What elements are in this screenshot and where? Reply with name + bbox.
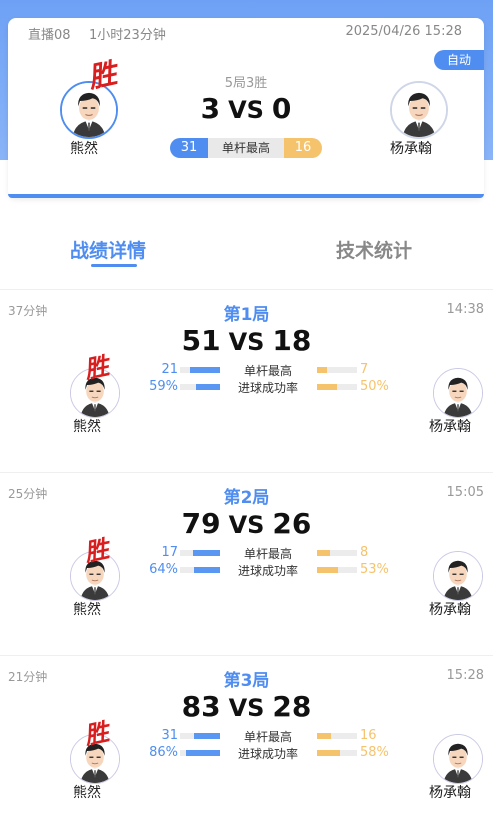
stat-left-value: 86% — [149, 745, 178, 760]
stat-left-value: 59% — [149, 379, 178, 394]
frame-score: 51 VS 18 — [0, 324, 493, 357]
player-right-name: 杨承翰 — [429, 785, 471, 801]
tab-active-indicator — [91, 264, 137, 267]
frame-title: 第2局 — [223, 488, 270, 508]
overall-score: 3 VS 0 — [8, 92, 484, 125]
vs-label: VS — [228, 694, 265, 722]
stat-right-bar-fill — [317, 567, 339, 573]
vs-label: VS — [228, 96, 264, 124]
best-break-label: 单杆最高 — [208, 138, 284, 158]
stat-left-bar-fill — [190, 367, 220, 373]
frame-card-2[interactable]: 25分钟 第2局 15:05 79 VS 26 胜 熊然 杨承翰 17 单杆最高 8… — [0, 473, 493, 656]
stat-label: 进球成功率 — [237, 381, 298, 395]
stat-pot-rate: 59% 进球成功率 50% — [0, 379, 493, 396]
stat-label: 进球成功率 — [237, 747, 298, 761]
stat-right-value: 53% — [360, 562, 389, 577]
stat-label: 单杆最高 — [243, 547, 292, 561]
tab-bar: 战绩详情 技术统计 — [0, 236, 493, 272]
stat-right-bar — [317, 367, 357, 373]
stat-right-bar — [317, 384, 357, 390]
stat-left-bar — [180, 384, 220, 390]
stat-left-bar-fill — [194, 567, 220, 573]
stat-label: 单杆最高 — [243, 730, 292, 744]
frame-title: 第1局 — [223, 305, 270, 325]
frame-score-left: 83 — [181, 690, 221, 723]
stat-right-bar-fill — [317, 384, 337, 390]
stat-left-bar — [180, 367, 220, 373]
frame-score-right: 18 — [272, 324, 312, 357]
stat-left-value: 64% — [149, 562, 178, 577]
card-bottom-accent — [8, 194, 484, 198]
stat-best-break: 17 单杆最高 8 — [0, 545, 493, 562]
stat-right-value: 50% — [360, 379, 389, 394]
player-left-name: 熊然 — [73, 785, 101, 801]
stat-label: 进球成功率 — [237, 564, 298, 578]
tab-details[interactable]: 战绩详情 — [70, 236, 146, 263]
stat-left-bar-fill — [196, 384, 220, 390]
stat-right-bar — [317, 750, 357, 756]
frame-end-time: 15:05 — [446, 485, 484, 500]
player-right-name: 杨承翰 — [429, 419, 471, 435]
frame-card-1[interactable]: 37分钟 第1局 14:38 51 VS 18 胜 熊然 杨承翰 21 单杆最高 7… — [0, 290, 493, 473]
player-left-name: 熊然 — [73, 602, 101, 618]
match-datetime: 2025/04/26 15:28 — [345, 24, 462, 39]
stat-label: 单杆最高 — [243, 364, 292, 378]
stat-right-value: 58% — [360, 745, 389, 760]
score-right: 0 — [271, 92, 292, 125]
best-break-right: 16 — [284, 138, 322, 158]
player-left-name: 熊然 — [70, 141, 98, 157]
stat-left-value: 21 — [161, 362, 178, 377]
stat-left-bar — [180, 550, 220, 556]
player-right-name: 杨承翰 — [429, 602, 471, 618]
score-left: 3 — [200, 92, 221, 125]
stat-right-bar-fill — [317, 367, 327, 373]
stat-left-bar-fill — [192, 550, 220, 556]
best-break-left: 31 — [170, 138, 208, 158]
stat-right-value: 8 — [360, 545, 369, 560]
stat-left-bar-fill — [185, 750, 220, 756]
stat-right-bar — [317, 733, 357, 739]
stat-best-break: 21 单杆最高 7 — [0, 362, 493, 379]
frame-score-right: 28 — [272, 690, 312, 723]
stat-right-bar-fill — [317, 750, 341, 756]
frame-card-3[interactable]: 21分钟 第3局 15:28 83 VS 28 胜 熊然 杨承翰 31 单杆最高 1… — [0, 656, 493, 822]
stat-left-value: 31 — [161, 728, 178, 743]
best-break-compare: 31 单杆最高 16 — [170, 138, 322, 158]
auto-badge[interactable]: 自动 — [434, 50, 484, 70]
stat-left-bar-fill — [193, 733, 220, 739]
stat-pot-rate: 86% 进球成功率 58% — [0, 745, 493, 762]
stat-left-value: 17 — [161, 545, 178, 560]
stat-right-value: 16 — [360, 728, 377, 743]
stat-left-bar — [180, 733, 220, 739]
frame-score-right: 26 — [272, 507, 312, 540]
vs-label: VS — [228, 511, 265, 539]
player-right-name: 杨承翰 — [390, 141, 432, 157]
frame-end-time: 15:28 — [446, 668, 484, 683]
stat-right-bar-fill — [317, 550, 330, 556]
match-meta: 直播08 1小时23分钟 2025/04/26 15:28 — [28, 24, 462, 43]
frame-title: 第3局 — [223, 671, 270, 691]
stat-right-bar — [317, 550, 357, 556]
stat-right-bar — [317, 567, 357, 573]
stat-right-value: 7 — [360, 362, 369, 377]
stat-pot-rate: 64% 进球成功率 53% — [0, 562, 493, 579]
stat-best-break: 31 单杆最高 16 — [0, 728, 493, 745]
frame-end-time: 14:38 — [446, 302, 484, 317]
frame-score-left: 51 — [181, 324, 221, 357]
player-left-name: 熊然 — [73, 419, 101, 435]
vs-label: VS — [228, 328, 265, 356]
stat-right-bar-fill — [317, 733, 331, 739]
live-room-label: 直播08 — [28, 28, 71, 43]
stat-left-bar — [180, 567, 220, 573]
match-duration: 1小时23分钟 — [89, 28, 166, 43]
frame-score: 83 VS 28 — [0, 690, 493, 723]
frame-score: 79 VS 26 — [0, 507, 493, 540]
match-summary-card: 直播08 1小时23分钟 2025/04/26 15:28 自动 胜 熊然 杨承… — [8, 18, 484, 198]
frame-score-left: 79 — [181, 507, 221, 540]
stat-left-bar — [180, 750, 220, 756]
best-of-label: 5局3胜 — [224, 76, 268, 91]
tab-stats[interactable]: 技术统计 — [336, 236, 412, 263]
